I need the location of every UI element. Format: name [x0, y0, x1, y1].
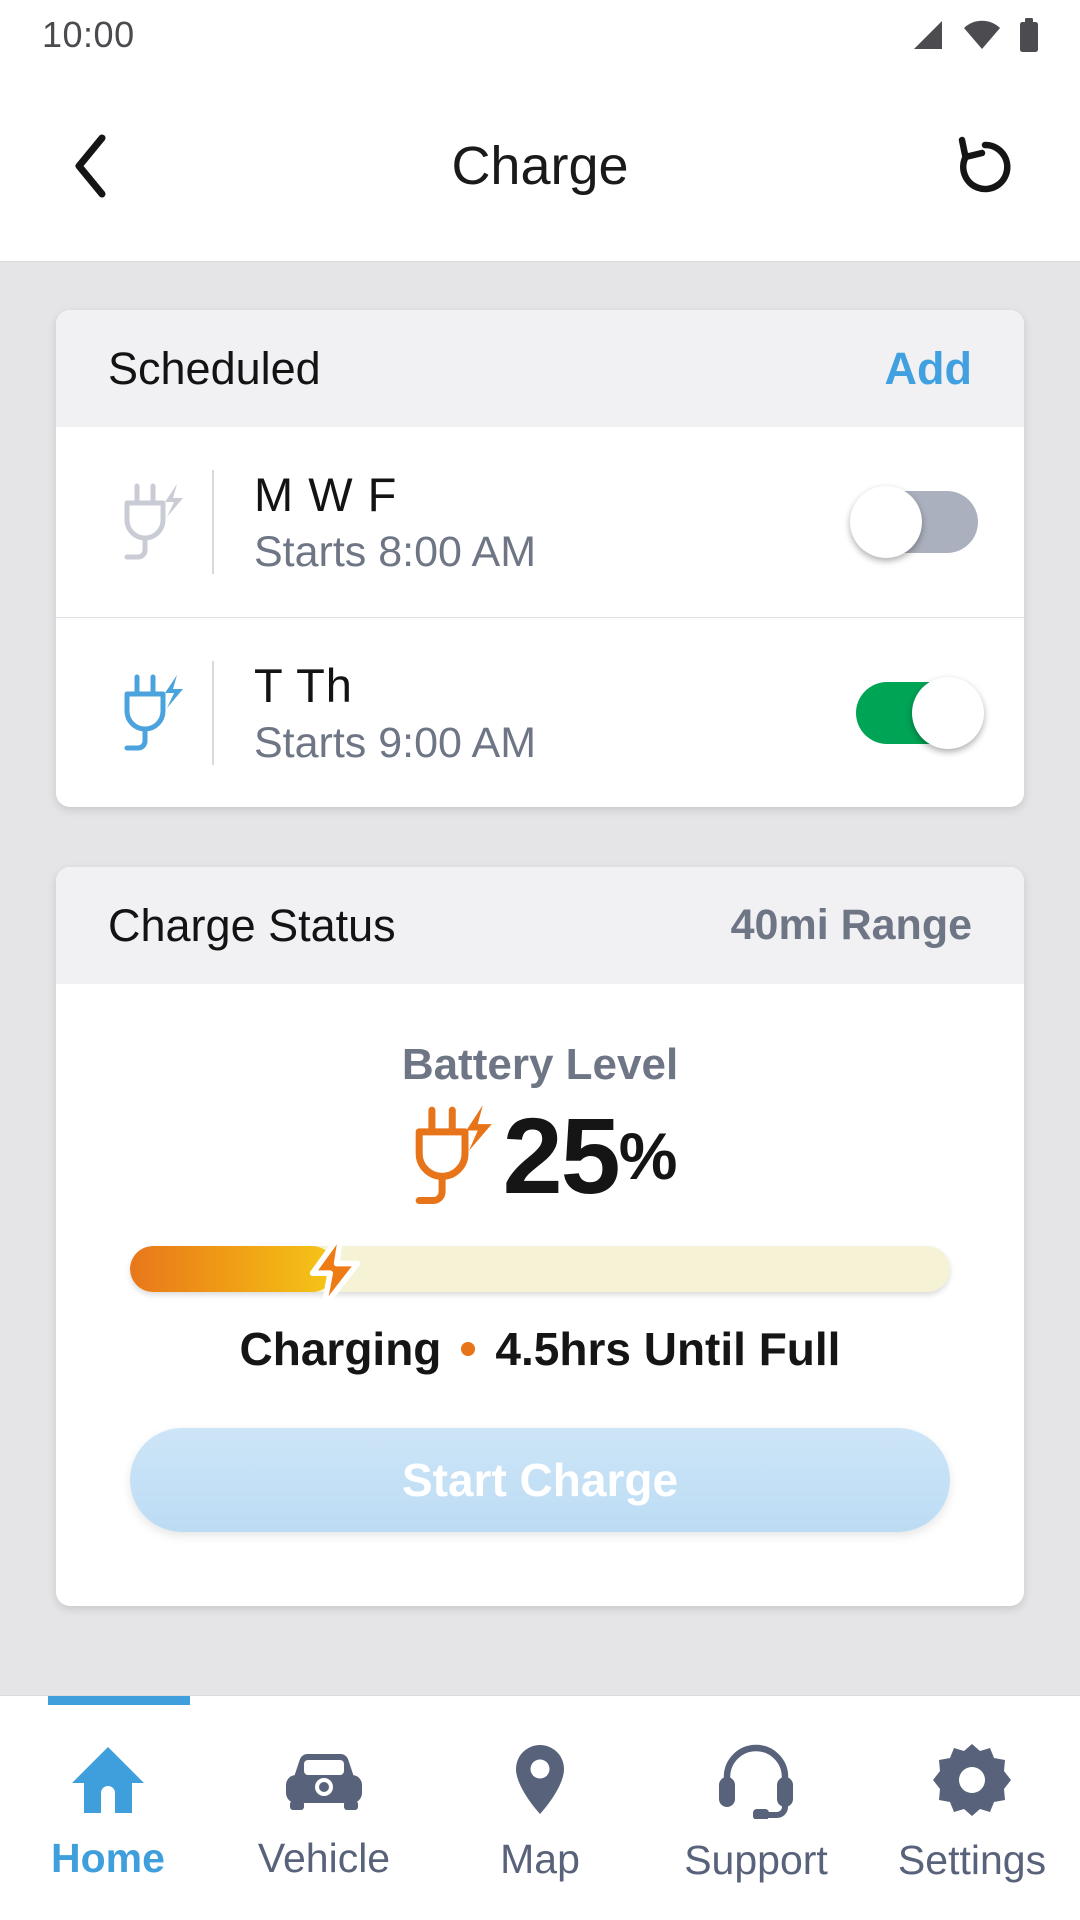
car-icon	[286, 1753, 362, 1810]
range-value: 40mi Range	[730, 901, 972, 949]
page-title: Charge	[451, 135, 629, 196]
schedule-start-time: Starts 9:00 AM	[254, 718, 537, 767]
schedule-toggle[interactable]	[850, 486, 978, 558]
charging-state-label: Charging	[239, 1323, 442, 1375]
scheduled-card: Scheduled Add M W F Starts 8:00 AM T Th …	[56, 310, 1024, 807]
nav-item-home[interactable]: Home	[0, 1696, 216, 1920]
chevron-left-icon	[75, 134, 106, 197]
history-refresh-icon	[958, 136, 1011, 192]
plug-charge-icon	[415, 1105, 492, 1205]
charge-status-body: Battery Level 25 % Charging 4.5hrs Until…	[56, 984, 1024, 1606]
battery-level-label: Battery Level	[401, 1040, 679, 1089]
bottom-navigation: Home Vehicle Map Support Settings	[0, 1695, 1080, 1920]
nav-label-settings: Settings	[897, 1836, 1047, 1883]
battery-plug-icon-wrap	[403, 1100, 499, 1212]
signal-icon	[914, 21, 942, 49]
status-bar-icons	[908, 18, 1040, 52]
charge-status-text: Charging 4.5hrs Until Full	[240, 1322, 841, 1376]
time-until-full-label: 4.5hrs Until Full	[495, 1323, 841, 1375]
start-charge-label: Start Charge	[401, 1454, 679, 1506]
nav-label-vehicle: Vehicle	[257, 1834, 391, 1881]
progress-track	[130, 1246, 950, 1292]
map-pin-icon	[516, 1744, 564, 1814]
add-schedule-button[interactable]: Add	[885, 343, 972, 395]
battery-level-row: 25 %	[403, 1095, 678, 1216]
charge-status-card: Charge Status 40mi Range Battery Level 2…	[56, 867, 1024, 1606]
plug-charge-icon	[124, 483, 183, 560]
battery-percent-unit: %	[618, 1119, 678, 1193]
battery-percent-value: 25	[502, 1095, 621, 1216]
schedule-row-icon	[100, 478, 204, 566]
gear-icon	[933, 1743, 1011, 1816]
nav-item-map[interactable]: Map	[432, 1696, 648, 1920]
schedule-row-text: T Th Starts 9:00 AM	[254, 658, 856, 768]
battery-icon	[1020, 18, 1038, 52]
schedule-row[interactable]: M W F Starts 8:00 AM	[56, 427, 1024, 617]
charge-status-card-header: Charge Status 40mi Range	[56, 867, 1024, 984]
scroll-content: Scheduled Add M W F Starts 8:00 AM T Th …	[0, 262, 1080, 1695]
lightning-bolt-icon	[309, 1230, 361, 1310]
charge-status-title: Charge Status	[108, 899, 396, 951]
schedule-row-icon	[100, 669, 204, 757]
battery-progress-bar	[130, 1230, 950, 1310]
wifi-icon	[964, 20, 1000, 49]
phone-screen: 10:00 Charge Scheduled Add M W F Starts …	[0, 0, 1080, 1920]
nav-label-map: Map	[500, 1835, 580, 1882]
schedule-row-divider	[212, 660, 214, 765]
schedule-row-divider	[212, 470, 214, 574]
schedule-days: M W F	[254, 468, 398, 521]
nav-label-home: Home	[51, 1834, 165, 1881]
status-separator-dot	[461, 1342, 476, 1356]
start-charge-button[interactable]: Start Charge	[130, 1428, 950, 1532]
scheduled-title: Scheduled	[108, 342, 321, 394]
nav-item-settings[interactable]: Settings	[864, 1696, 1080, 1920]
home-icon	[72, 1746, 144, 1813]
schedule-row-text: M W F Starts 8:00 AM	[254, 467, 856, 577]
nav-item-vehicle[interactable]: Vehicle	[216, 1696, 432, 1920]
toggle-knob	[912, 676, 984, 749]
back-button[interactable]	[48, 123, 134, 209]
scheduled-card-header: Scheduled Add	[56, 310, 1024, 427]
app-bar: Charge	[0, 70, 1080, 262]
schedule-start-time: Starts 8:00 AM	[254, 528, 537, 576]
plug-charge-icon	[124, 674, 183, 750]
schedule-toggle[interactable]	[856, 676, 984, 749]
nav-label-support: Support	[684, 1836, 828, 1883]
status-bar: 10:00	[0, 0, 1080, 70]
headset-icon	[719, 1744, 793, 1819]
schedule-row[interactable]: T Th Starts 9:00 AM	[56, 617, 1024, 807]
schedule-days: T Th	[254, 658, 353, 712]
refresh-button[interactable]	[942, 123, 1028, 209]
status-bar-clock: 10:00	[42, 14, 135, 55]
progress-bolt-marker	[303, 1230, 367, 1315]
toggle-knob	[850, 486, 922, 558]
nav-item-support[interactable]: Support	[648, 1696, 864, 1920]
